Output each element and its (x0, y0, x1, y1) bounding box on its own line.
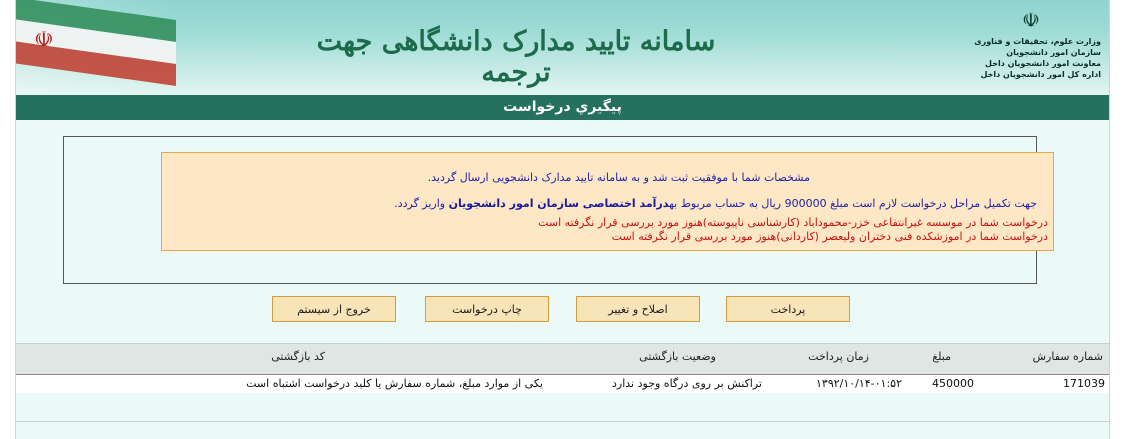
column-header-order-number: شماره سفارش (1032, 350, 1103, 363)
iran-emblem-icon: ☫ (1022, 8, 1040, 32)
status-message-box: مشخصات شما با موفقیت ثبت شد و به سامانه … (161, 152, 1054, 251)
page-frame: ☫ سامانه تایید مدارک دانشگاهی جهت ترجمه … (15, 0, 1110, 439)
iran-flag-image: ☫ (16, 0, 176, 95)
account-name: درآمد اختصاصی سازمان امور دانشجویان (448, 197, 670, 210)
ministry-line: سازمان امور دانشجویان (1006, 48, 1101, 57)
cell-return-status: تراکنش بر روی درگاه وجود ندارد (612, 377, 762, 390)
logout-button[interactable]: خروج از سیستم (272, 296, 396, 322)
flag-emblem-icon: ☫ (34, 28, 54, 53)
payment-instruction: جهت تکمیل مراحل درخواست لازم است مبلغ 90… (394, 197, 1037, 210)
print-request-button[interactable]: چاپ درخواست (425, 296, 549, 322)
table-header: شماره سفارش مبلغ زمان پرداخت وضعیت بازگش… (16, 343, 1109, 375)
ministry-line: اداره کل امور دانشجویان داخل (980, 70, 1101, 79)
ministry-line: وزارت علوم، تحقیقات و فناوری (974, 37, 1101, 46)
payment-instruction-text: جهت تکمیل مراحل درخواست لازم است مبلغ 90… (669, 197, 1037, 210)
review-status-line: درخواست شما در موسسه غیرانتفاعی خزر-محمو… (538, 216, 1048, 229)
table-row: 171039 450000 ۱۳۹۲/۱۰/۱۴-۰۱:۵۲ تراکنش بر… (16, 374, 1109, 394)
cell-payment-time: ۱۳۹۲/۱۰/۱۴-۰۱:۵۲ (816, 377, 902, 390)
column-header-payment-time: زمان پرداخت (808, 350, 869, 363)
review-status-line: درخواست شما در اموزشکده فنی دختران ولیعص… (611, 230, 1048, 243)
message-container: مشخصات شما با موفقیت ثبت شد و به سامانه … (63, 136, 1054, 284)
cell-amount: 450000 (932, 377, 974, 390)
table-footer (16, 393, 1109, 422)
system-title: سامانه تایید مدارک دانشگاهی جهت ترجمه (316, 26, 716, 88)
payment-instruction-end: واریز گردد. (394, 197, 449, 210)
success-message: مشخصات شما با موفقیت ثبت شد و به سامانه … (427, 171, 810, 184)
ministry-logo-block: ☫ وزارت علوم، تحقیقات و فناوری سازمان ام… (961, 8, 1101, 80)
column-header-amount: مبلغ (932, 350, 951, 363)
edit-button[interactable]: اصلاح و تغییر (576, 296, 700, 322)
ministry-line: معاونت امور دانشجویان داخل (985, 59, 1101, 68)
review-status-list: درخواست شما در موسسه غیرانتفاعی خزر-محمو… (538, 216, 1048, 244)
cell-order-number: 171039 (1063, 377, 1105, 390)
header-banner: ☫ سامانه تایید مدارک دانشگاهی جهت ترجمه … (16, 0, 1109, 95)
column-header-return-code: کد بازگشتی (271, 350, 325, 363)
cell-return-code: یکی از موارد مبلغ، شماره سفارش یا کلید د… (246, 377, 543, 390)
column-header-return-status: وضعیت بازگشتی (639, 350, 716, 363)
payment-button[interactable]: پرداخت (726, 296, 850, 322)
page-title: پيگيري درخواست (16, 95, 1109, 120)
